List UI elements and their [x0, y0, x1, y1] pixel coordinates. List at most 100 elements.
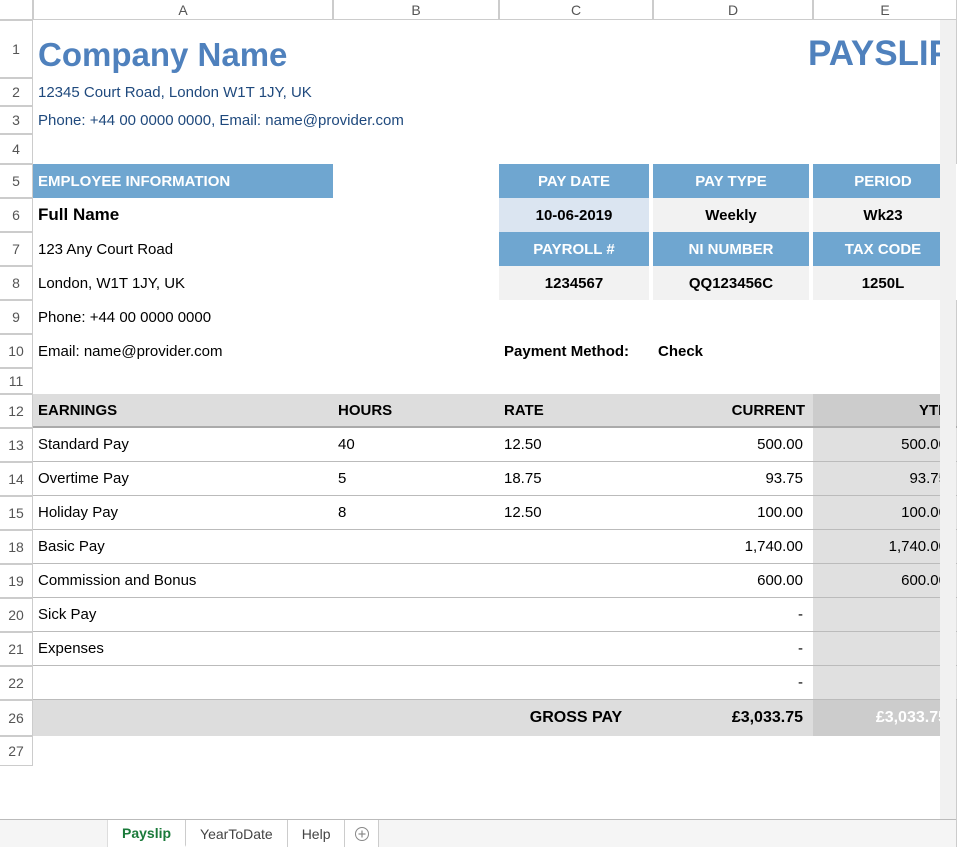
row-header-19[interactable]: 19 [0, 564, 33, 598]
row-header-22[interactable]: 22 [0, 666, 33, 700]
row-header-15[interactable]: 15 [0, 496, 33, 530]
row-header-2[interactable]: 2 [0, 78, 33, 106]
earn-current[interactable]: - [653, 598, 813, 632]
earn-hours[interactable]: 8 [333, 496, 499, 530]
earn-hours[interactable] [333, 598, 499, 632]
earn-hours[interactable] [333, 666, 499, 700]
taxcode-value[interactable]: 1250L [813, 266, 957, 300]
company-contact: Phone: +44 00 0000 0000, Email: name@pro… [33, 106, 957, 134]
ni-header: NI NUMBER [653, 232, 813, 266]
earn-rate[interactable]: 12.50 [499, 428, 653, 462]
earn-hours[interactable] [333, 632, 499, 666]
employee-info-header: EMPLOYEE INFORMATION [33, 164, 333, 198]
row-header-11[interactable]: 11 [0, 368, 33, 394]
payroll-header: PAYROLL # [499, 232, 653, 266]
row-header-7[interactable]: 7 [0, 232, 33, 266]
earn-hours[interactable] [333, 564, 499, 598]
row-header-18[interactable]: 18 [0, 530, 33, 564]
earn-desc[interactable]: Holiday Pay [33, 496, 333, 530]
earn-rate[interactable]: 12.50 [499, 496, 653, 530]
earn-current[interactable]: 600.00 [653, 564, 813, 598]
earn-current[interactable]: - [653, 632, 813, 666]
earn-ytd[interactable]: - [813, 632, 957, 666]
row-header-3[interactable]: 3 [0, 106, 33, 134]
row-header-6[interactable]: 6 [0, 198, 33, 232]
earn-desc[interactable]: Expenses [33, 632, 333, 666]
earn-desc[interactable]: Standard Pay [33, 428, 333, 462]
period-value[interactable]: Wk23 [813, 198, 957, 232]
row-header-12[interactable]: 12 [0, 394, 33, 428]
row-header-8[interactable]: 8 [0, 266, 33, 300]
row-header-20[interactable]: 20 [0, 598, 33, 632]
row-header-26[interactable]: 26 [0, 700, 33, 736]
earnings-col-rate: RATE [499, 394, 653, 428]
tab-payslip[interactable]: Payslip [108, 820, 186, 847]
tab-nav-spacer [0, 820, 108, 847]
earn-ytd[interactable]: - [813, 598, 957, 632]
pay-date-header: PAY DATE [499, 164, 653, 198]
vertical-scrollbar[interactable] [940, 20, 956, 819]
earn-ytd[interactable]: 1,740.00 [813, 530, 957, 564]
col-header-D[interactable]: D [653, 0, 813, 20]
row-header-9[interactable]: 9 [0, 300, 33, 334]
pay-date-value[interactable]: 10-06-2019 [499, 198, 653, 232]
grid-corner[interactable] [0, 0, 33, 20]
earn-current[interactable]: 1,740.00 [653, 530, 813, 564]
pay-type-header: PAY TYPE [653, 164, 813, 198]
employee-email: Email: name@provider.com [33, 334, 333, 368]
earn-rate[interactable]: 18.75 [499, 462, 653, 496]
company-name: Company Name [33, 20, 499, 78]
gross-pay-current: £3,033.75 [653, 700, 813, 736]
col-header-E[interactable]: E [813, 0, 957, 20]
earn-desc[interactable] [33, 666, 333, 700]
earnings-col-desc: EARNINGS [33, 394, 333, 428]
earn-ytd[interactable]: 100.00 [813, 496, 957, 530]
gross-pay-ytd: £3,033.75 [813, 700, 957, 736]
earn-hours[interactable]: 40 [333, 428, 499, 462]
col-header-A[interactable]: A [33, 0, 333, 20]
employee-full-name: Full Name [33, 198, 333, 232]
tab-help[interactable]: Help [288, 820, 346, 847]
row-header-5[interactable]: 5 [0, 164, 33, 198]
row-header-10[interactable]: 10 [0, 334, 33, 368]
earn-current[interactable]: 100.00 [653, 496, 813, 530]
row-header-14[interactable]: 14 [0, 462, 33, 496]
earn-rate[interactable] [499, 564, 653, 598]
row-header-1[interactable]: 1 [0, 20, 33, 78]
ni-value[interactable]: QQ123456C [653, 266, 813, 300]
tab-yeartodate[interactable]: YearToDate [186, 820, 288, 847]
col-header-B[interactable]: B [333, 0, 499, 20]
spreadsheet-grid[interactable]: A B C D E 1 Company Name PAYSLIP 2 12345… [0, 0, 956, 766]
earn-desc[interactable]: Commission and Bonus [33, 564, 333, 598]
earn-desc[interactable]: Sick Pay [33, 598, 333, 632]
row-header-21[interactable]: 21 [0, 632, 33, 666]
employee-address1: 123 Any Court Road [33, 232, 333, 266]
earn-desc[interactable]: Overtime Pay [33, 462, 333, 496]
earn-current[interactable]: 93.75 [653, 462, 813, 496]
earn-desc[interactable]: Basic Pay [33, 530, 333, 564]
earn-hours[interactable] [333, 530, 499, 564]
earn-rate[interactable] [499, 632, 653, 666]
row-header-13[interactable]: 13 [0, 428, 33, 462]
pay-type-value[interactable]: Weekly [653, 198, 813, 232]
earn-ytd[interactable]: 500.00 [813, 428, 957, 462]
add-sheet-button[interactable] [345, 820, 379, 847]
row-header-27[interactable]: 27 [0, 736, 33, 766]
employee-address2: London, W1T 1JY, UK [33, 266, 333, 300]
payslip-title: PAYSLIP [653, 20, 957, 78]
earn-rate[interactable] [499, 530, 653, 564]
taxcode-header: TAX CODE [813, 232, 957, 266]
earn-rate[interactable] [499, 598, 653, 632]
payment-method-value: Check [653, 334, 813, 368]
col-header-C[interactable]: C [499, 0, 653, 20]
payroll-value[interactable]: 1234567 [499, 266, 653, 300]
earn-current[interactable]: 500.00 [653, 428, 813, 462]
row-header-4[interactable]: 4 [0, 134, 33, 164]
earn-ytd[interactable]: 93.75 [813, 462, 957, 496]
earn-rate[interactable] [499, 666, 653, 700]
earn-ytd[interactable]: - [813, 666, 957, 700]
earn-ytd[interactable]: 600.00 [813, 564, 957, 598]
gross-pay-label: GROSS PAY [499, 700, 653, 736]
earn-current[interactable]: - [653, 666, 813, 700]
earn-hours[interactable]: 5 [333, 462, 499, 496]
